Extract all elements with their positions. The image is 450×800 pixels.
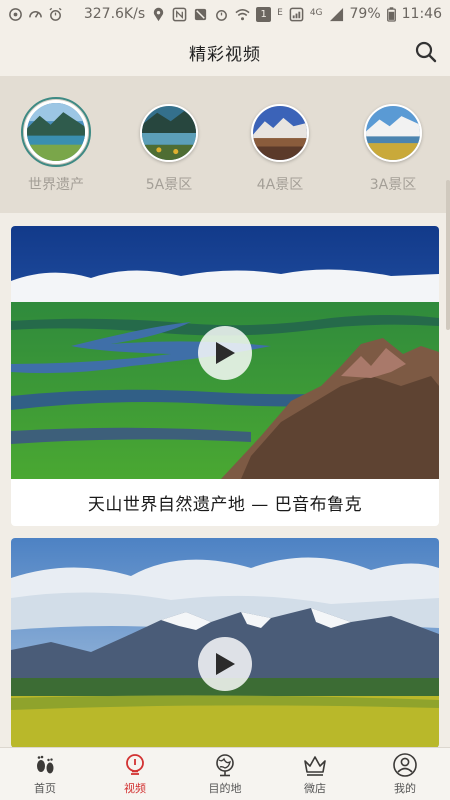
footprints-icon — [37, 755, 54, 774]
category-4a[interactable]: 4A景区 — [240, 96, 320, 194]
nav-profile[interactable]: 我的 — [360, 748, 450, 800]
nav-shop[interactable]: 微店 — [270, 748, 360, 800]
play-button[interactable] — [198, 637, 252, 691]
nav-label: 首页 — [34, 782, 56, 795]
category-label: 4A景区 — [256, 177, 304, 193]
category-label: 世界遗产 — [28, 177, 84, 193]
nav-label: 微店 — [304, 782, 326, 795]
speedometer-icon — [29, 10, 42, 18]
crown-icon — [304, 756, 326, 776]
silent-icon — [195, 8, 207, 20]
category-3a[interactable]: 3A景区 — [353, 96, 433, 194]
nav-label: 视频 — [124, 782, 146, 795]
status-right: 327.6K/s 1 E 4G 79% 11:46 — [84, 6, 442, 22]
video-card[interactable] — [11, 538, 439, 748]
sync-icon — [9, 7, 22, 21]
globe-icon — [216, 754, 234, 777]
clock: 11:46 — [401, 6, 442, 22]
play-button[interactable] — [198, 326, 252, 380]
wifi-icon — [235, 8, 250, 20]
status-bar: 327.6K/s 1 E 4G 79% 11:46 — [0, 0, 450, 28]
category-strip: 世界遗产 5A景区 4A景区 3A景区 — [0, 76, 450, 213]
signal-icon — [329, 7, 343, 21]
play-icon — [216, 653, 235, 675]
video-bulb-icon — [126, 754, 144, 775]
network-speed: 327.6K/s — [83, 6, 146, 22]
nav-label: 我的 — [394, 782, 416, 795]
network-type: 4G — [309, 8, 323, 18]
video-thumbnail[interactable] — [11, 538, 439, 748]
app-header: 精彩视频 — [0, 28, 450, 76]
video-thumbnail[interactable] — [11, 226, 439, 479]
video-title[interactable]: 天山世界自然遗产地 — 巴音布鲁克 — [11, 479, 439, 526]
nav-label: 目的地 — [208, 782, 242, 795]
battery-percent: 79% — [349, 6, 381, 22]
category-thumbnail — [251, 104, 309, 162]
nav-home[interactable]: 首页 — [0, 748, 90, 800]
play-icon — [216, 342, 235, 364]
status-left — [8, 7, 63, 22]
nav-destination[interactable]: 目的地 — [180, 748, 270, 800]
search-icon[interactable] — [414, 40, 438, 64]
user-icon — [393, 753, 417, 777]
bottom-nav: 首页 视频 目的地 微店 我的 — [0, 747, 450, 800]
category-thumbnail — [364, 104, 422, 162]
category-label: 5A景区 — [145, 177, 193, 193]
roaming-label: E — [277, 8, 283, 18]
location-icon — [153, 7, 164, 21]
page-title: 精彩视频 — [189, 44, 261, 65]
category-world-heritage[interactable]: 世界遗产 — [16, 96, 96, 194]
scroll-indicator — [446, 180, 450, 330]
sim-signal-icon — [289, 7, 304, 21]
nav-video[interactable]: 视频 — [90, 748, 180, 800]
category-thumbnail — [140, 104, 198, 162]
category-5a[interactable]: 5A景区 — [129, 96, 209, 194]
category-thumbnail — [21, 97, 91, 167]
nfc-icon — [172, 7, 187, 21]
alarm-icon — [49, 7, 62, 21]
category-label: 3A景区 — [369, 177, 417, 193]
alarm-icon — [216, 9, 228, 21]
battery-icon — [386, 6, 396, 22]
notification-badge: 1 — [256, 6, 272, 22]
video-card[interactable]: 天山世界自然遗产地 — 巴音布鲁克 — [11, 226, 439, 526]
